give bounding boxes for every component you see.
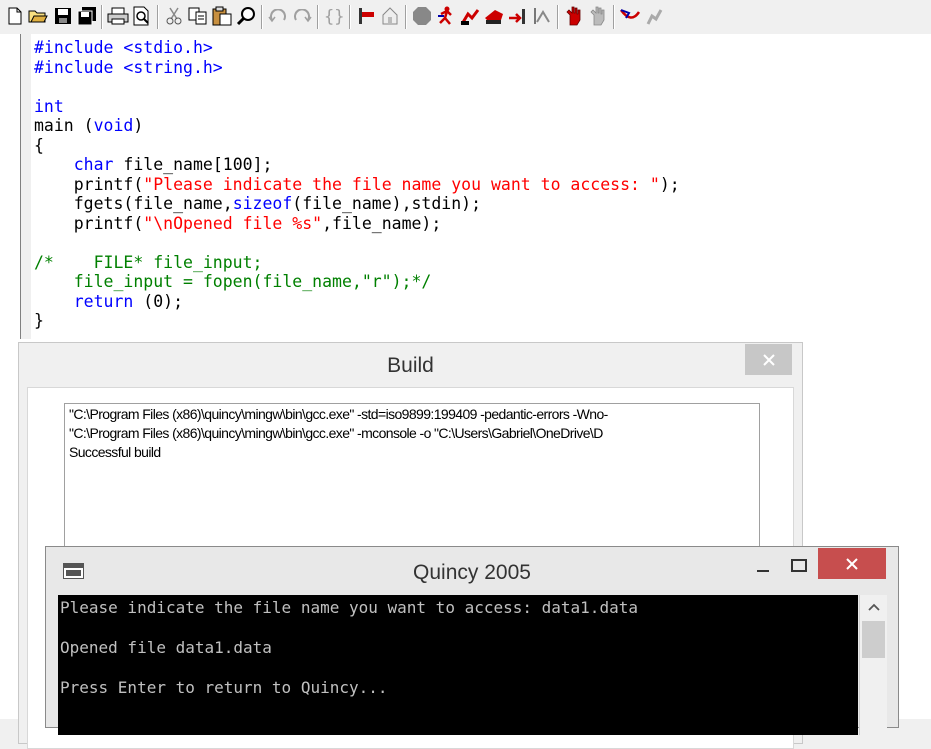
code-token: "\nOpened file %s" bbox=[143, 213, 323, 233]
build-icon[interactable] bbox=[483, 5, 505, 27]
build-output-line: Successful build bbox=[69, 444, 161, 460]
redo-icon[interactable] bbox=[291, 5, 313, 27]
console-line: Opened file data1.data bbox=[60, 638, 272, 657]
open-folder-icon[interactable] bbox=[27, 5, 49, 27]
code-line: #include <string.h> bbox=[34, 58, 680, 78]
build-dialog-titlebar[interactable]: Build bbox=[19, 343, 802, 387]
code-token: (file_name),stdin); bbox=[292, 194, 482, 213]
braces-icon[interactable]: {} bbox=[323, 5, 345, 27]
print-preview-icon[interactable] bbox=[131, 5, 153, 27]
code-token: return bbox=[73, 291, 134, 311]
code-line: int bbox=[34, 97, 680, 117]
code-line: file_input = fopen(file_name,"r");*/ bbox=[34, 272, 680, 292]
scrollbar-thumb[interactable] bbox=[862, 621, 885, 658]
code-line: printf("Please indicate the file name yo… bbox=[34, 175, 680, 195]
code-token: int bbox=[34, 96, 64, 116]
toolbar-separator bbox=[157, 5, 159, 29]
toolbar-separator bbox=[557, 5, 559, 29]
console-line: Please indicate the file name you want t… bbox=[60, 598, 638, 617]
code-token: /* FILE* file_input; bbox=[34, 252, 263, 272]
watch-icon[interactable] bbox=[563, 5, 585, 27]
toolbar-separator bbox=[405, 5, 407, 29]
toolbar-separator bbox=[261, 5, 263, 29]
scroll-up-button[interactable] bbox=[860, 595, 887, 619]
code-token: ,file_name); bbox=[322, 213, 442, 233]
code-token: printf( bbox=[34, 213, 144, 233]
code-line: char file_name[100]; bbox=[34, 155, 680, 175]
code-token: main ( bbox=[34, 116, 94, 135]
toolbar-separator bbox=[317, 5, 319, 29]
code-token: #include <stdio.h> bbox=[34, 38, 213, 57]
code-token: ); bbox=[659, 174, 680, 194]
save-icon[interactable] bbox=[52, 5, 74, 27]
code-token: void bbox=[93, 116, 134, 135]
new-file-icon[interactable] bbox=[4, 5, 26, 27]
breakpoint-icon[interactable] bbox=[587, 5, 609, 27]
toolbar: {} bbox=[0, 0, 931, 34]
minimize-icon bbox=[757, 570, 769, 572]
build-output-line: "C:\Program Files (x86)\quincy\mingw\bin… bbox=[69, 406, 608, 422]
step-icon[interactable] bbox=[355, 5, 377, 27]
chevron-up-icon bbox=[867, 603, 880, 611]
toolbar-separator bbox=[613, 5, 615, 29]
code-line: { bbox=[34, 136, 680, 156]
code-line: #include <stdio.h> bbox=[34, 38, 680, 58]
stop-icon[interactable] bbox=[411, 5, 433, 27]
console-scrollbar[interactable] bbox=[859, 595, 887, 735]
step-into-icon[interactable] bbox=[531, 5, 553, 27]
code-line: } bbox=[34, 311, 680, 331]
code-line: fgets(file_name,sizeof(file_name),stdin)… bbox=[34, 194, 680, 214]
code-token: "Please indicate the file name you want … bbox=[143, 174, 660, 194]
console-window: Quincy 2005 Please indicate the file nam… bbox=[45, 546, 899, 735]
close-icon bbox=[762, 353, 775, 366]
code-token: printf( bbox=[34, 174, 144, 194]
code-token: { bbox=[34, 135, 44, 155]
source-code[interactable]: #include <stdio.h> #include <string.h> int… bbox=[34, 38, 680, 331]
build-dialog-title: Build bbox=[387, 354, 434, 377]
maximize-button[interactable] bbox=[786, 556, 812, 576]
code-token: } bbox=[34, 311, 44, 330]
console-line: Press Enter to return to Quincy... bbox=[60, 678, 388, 697]
code-token: file_input = fopen(file_name,"r");*/ bbox=[34, 272, 432, 291]
code-token: fgets(file_name, bbox=[34, 194, 233, 213]
code-line: printf("\nOpened file %s",file_name); bbox=[34, 214, 680, 234]
code-line: /* FILE* file_input; bbox=[34, 253, 680, 273]
step-over-icon[interactable] bbox=[507, 5, 529, 27]
paste-icon[interactable] bbox=[211, 5, 233, 27]
code-line: main (void) bbox=[34, 116, 680, 136]
console-output[interactable]: Please indicate the file name you want t… bbox=[58, 595, 858, 735]
toolbar-separator bbox=[101, 5, 103, 29]
code-line: return (0); bbox=[34, 292, 680, 312]
cut-icon[interactable] bbox=[163, 5, 185, 27]
svg-text:{}: {} bbox=[324, 7, 344, 26]
console-close-button[interactable] bbox=[818, 548, 886, 579]
home-icon[interactable] bbox=[379, 5, 401, 27]
maximize-icon bbox=[791, 559, 807, 572]
minimize-button[interactable] bbox=[750, 556, 776, 576]
code-token: (0); bbox=[133, 291, 184, 311]
print-icon[interactable] bbox=[107, 5, 129, 27]
build-output-line: "C:\Program Files (x86)\quincy\mingw\bin… bbox=[69, 425, 603, 441]
save-all-icon[interactable] bbox=[76, 5, 98, 27]
debug-icon[interactable] bbox=[459, 5, 481, 27]
editor-gutter bbox=[20, 34, 31, 339]
toolbar-separator bbox=[349, 5, 351, 29]
copy-icon[interactable] bbox=[187, 5, 209, 27]
run-icon[interactable] bbox=[435, 5, 457, 27]
code-token: #include <string.h> bbox=[34, 57, 223, 77]
code-token: sizeof bbox=[232, 194, 293, 213]
code-token: char bbox=[73, 155, 114, 174]
go-icon[interactable] bbox=[619, 5, 641, 27]
close-icon bbox=[846, 557, 858, 570]
undo-icon[interactable] bbox=[267, 5, 289, 27]
find-icon[interactable] bbox=[235, 5, 257, 27]
tools-icon[interactable] bbox=[643, 5, 665, 27]
build-dialog-close-button[interactable] bbox=[745, 344, 792, 375]
code-token: file_name[100]; bbox=[113, 155, 273, 174]
code-token: ) bbox=[133, 116, 144, 135]
